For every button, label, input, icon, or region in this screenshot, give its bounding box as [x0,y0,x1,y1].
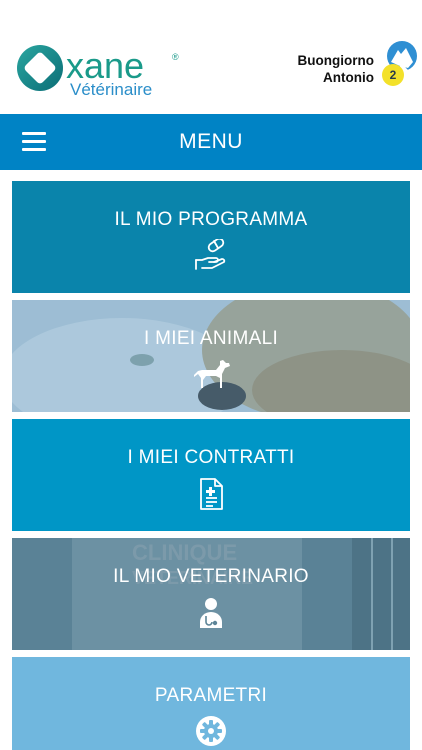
tile-i-miei-contratti[interactable]: I MIEI CONTRATTI [12,419,410,531]
tile-label: I MIEI CONTRATTI [127,447,295,468]
clinic-photo: CLINIQUE VETERINAIRE [12,538,410,650]
doctor-icon [12,596,410,630]
greeting-name: Antonio [323,70,374,85]
notification-badge[interactable]: 2 [382,64,404,86]
greeting-line1: Buongiorno [297,53,374,68]
photo-text-line1: CLINIQUE [132,540,237,565]
oxane-logo: xane ® Vétérinaire [17,45,179,99]
hand-pill-icon [12,239,410,273]
cat-dog-photo [12,300,410,412]
tile-il-mio-veterinario[interactable]: CLINIQUE VETERINAIRE IL MIO VETERINARIO [12,538,410,650]
dog-icon [12,358,410,392]
tile-label: PARAMETRI [154,685,268,706]
gear-icon [12,715,410,749]
tile-label: IL MIO PROGRAMMA [114,209,308,230]
menu-title: MENU [179,130,243,153]
tile-label: IL MIO VETERINARIO [113,566,309,587]
svg-text:®: ® [172,52,179,62]
tile-il-mio-programma[interactable]: IL MIO PROGRAMMA [12,181,410,293]
greeting: Buongiorno Antonio [298,52,374,86]
tile-label: I MIEI ANIMALI [143,328,279,349]
tile-i-miei-animali[interactable]: I MIEI ANIMALI [12,300,410,412]
document-icon [12,477,410,511]
menu-bar: MENU [0,114,422,170]
tile-parametri[interactable]: PARAMETRI [12,657,410,750]
app-header: xane ® Vétérinaire Buongiorno Antonio 2 [0,0,422,114]
logo-subtitle: Vétérinaire [70,80,152,99]
